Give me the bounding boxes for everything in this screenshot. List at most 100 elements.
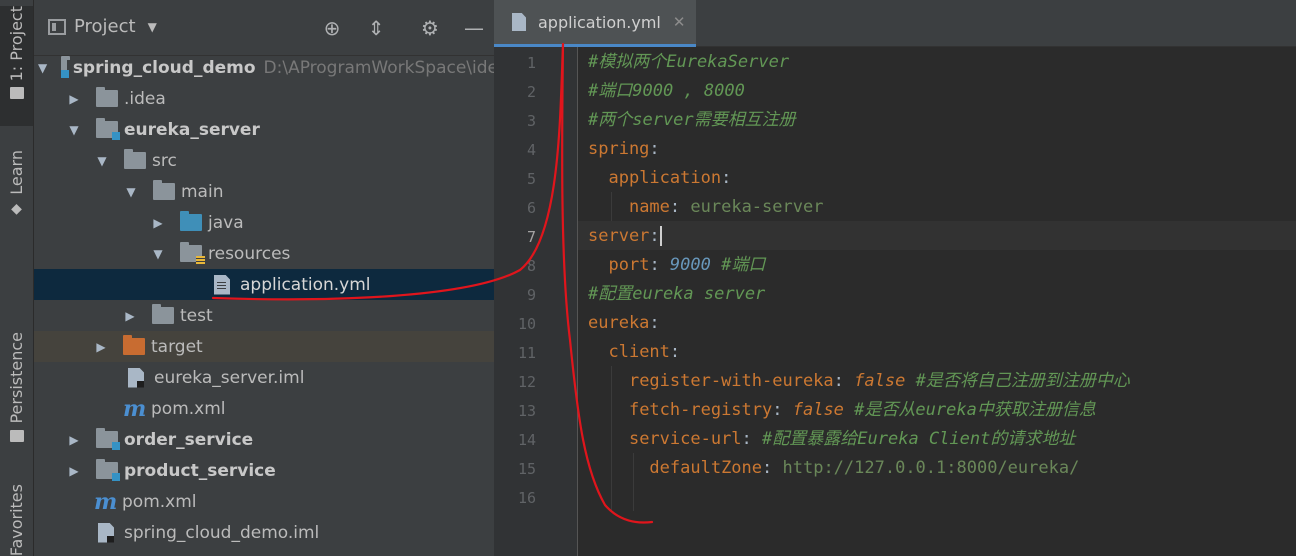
persistence-tool-button[interactable]: Persistence [0, 332, 33, 457]
chevron-right-icon[interactable]: ▶ [66, 433, 82, 447]
close-icon[interactable]: ✕ [673, 13, 686, 31]
tree-item-spring-cloud-demo[interactable]: ▼ spring_cloud_demo D:\AProgramWorkSpace… [34, 52, 494, 83]
locate-icon[interactable]: ⊕ [318, 14, 346, 42]
tree-item-label: spring_cloud_demo.iml [124, 522, 320, 543]
tree-item-test[interactable]: ▶ test [34, 300, 494, 331]
tree-item-application-yml[interactable]: ▶ application.yml [34, 269, 494, 300]
module-folder-icon [96, 428, 120, 450]
code-line-8: port: 9000 #端口 [608, 255, 766, 275]
gear-icon[interactable]: ⚙ [416, 14, 444, 42]
tree-item-label: eureka_server.iml [154, 367, 305, 388]
chevron-right-icon[interactable]: ▶ [150, 216, 166, 230]
collapse-all-icon[interactable]: ⇕ [362, 14, 390, 42]
yaml-key: port [608, 255, 650, 275]
favorites-tool-button[interactable]: Favorites [0, 484, 33, 556]
tab-application-yml[interactable]: application.yml ✕ [494, 0, 696, 47]
yaml-comment: #端口9000 , 8000 [588, 81, 745, 101]
project-tool-label: 1: Project [7, 6, 26, 82]
tree-item-idea[interactable]: ▶ .idea [34, 83, 494, 114]
code-line-11: client: [608, 342, 681, 362]
line-number: 15 [517, 460, 536, 478]
tab-label: application.yml [538, 12, 661, 32]
resources-folder-icon [180, 242, 205, 265]
editor-tab-bar: application.yml ✕ [494, 0, 1296, 47]
yaml-key: name [628, 197, 670, 217]
minimize-icon[interactable]: — [460, 14, 488, 42]
tree-item-label: resources [208, 243, 291, 264]
favorites-tool-label: Favorites [7, 484, 26, 556]
folder-icon [124, 149, 146, 169]
chevron-down-icon[interactable]: ▼ [94, 154, 110, 168]
code-line-3: #两个server需要相互注册 [588, 106, 796, 135]
line-number: 5 [526, 170, 536, 188]
tree-item-product-service[interactable]: ▶ product_service [34, 455, 494, 486]
line-number: 9 [526, 286, 536, 304]
tree-item-path: D:\AProgramWorkSpace\ide [263, 57, 494, 78]
code-line-2: #端口9000 , 8000 [588, 77, 745, 106]
chevron-down-icon[interactable]: ▼ [38, 61, 47, 75]
chevron-right-icon[interactable]: ▶ [93, 340, 109, 354]
line-number: 4 [526, 141, 536, 159]
tree-item-resources[interactable]: ▼ resources [34, 238, 494, 269]
yaml-comment: #配置暴露给Eureka Client的请求地址 [762, 429, 1076, 449]
yaml-file-icon [214, 274, 230, 295]
chevron-down-icon[interactable]: ▼ [66, 123, 82, 137]
chevron-right-icon[interactable]: ▶ [66, 464, 82, 478]
project-panel-title: Project [74, 16, 136, 37]
module-folder-icon [96, 459, 120, 481]
chevron-right-icon[interactable]: ▶ [122, 309, 138, 323]
module-file-icon [98, 522, 114, 543]
line-number: 10 [517, 315, 536, 333]
code-line-4: spring: [588, 139, 660, 159]
yaml-value: http://127.0.0.1:8000/eureka/ [782, 458, 1080, 478]
yaml-key: spring [588, 139, 650, 159]
source-folder-icon [180, 211, 202, 231]
yaml-comment: #模拟两个EurekaServer [588, 52, 790, 72]
tree-item-target[interactable]: ▶ target [34, 331, 494, 362]
code-line-13: fetch-registry: false #是否从eureka中获取注册信息 [628, 400, 1096, 420]
tree-item-src[interactable]: ▼ src [34, 145, 494, 176]
yaml-key: eureka [588, 313, 650, 333]
project-tool-button[interactable]: 1: Project [0, 6, 33, 126]
tree-item-label: order_service [124, 429, 254, 450]
learn-tool-button[interactable]: Learn ◆ [0, 150, 33, 222]
yaml-key: register-with-eureka [628, 371, 834, 391]
code-line-12: register-with-eureka: false #是否将自己注册到注册中… [628, 371, 1130, 391]
yaml-comment: #端口 [721, 255, 766, 275]
tree-item-eureka-server-iml[interactable]: ▶ eureka_server.iml [34, 362, 494, 393]
line-number: 2 [526, 83, 536, 101]
line-number: 16 [517, 489, 536, 507]
tree-item-label: pom.xml [151, 398, 226, 419]
folder-icon [96, 87, 118, 107]
yaml-comment: #配置eureka server [588, 284, 766, 304]
project-panel: Project ▼ ⊕ ⇕ ⚙ — ▼ spring_cloud_demo D:… [34, 0, 494, 556]
chevron-down-icon[interactable]: ▼ [123, 185, 139, 199]
tree-item-root-pom-xml[interactable]: ▶ m pom.xml [34, 486, 494, 517]
project-view-selector[interactable]: Project ▼ [48, 16, 157, 37]
learn-tool-label: Learn [7, 150, 26, 195]
chevron-down-icon[interactable]: ▼ [150, 247, 166, 261]
tree-item-main[interactable]: ▼ main [34, 176, 494, 207]
yaml-comment: #两个server需要相互注册 [588, 110, 796, 130]
folder-icon [9, 87, 24, 100]
tree-item-eureka-server[interactable]: ▼ eureka_server [34, 114, 494, 145]
maven-icon: m [94, 488, 118, 515]
tree-item-spring-cloud-demo-iml[interactable]: ▶ spring_cloud_demo.iml [34, 517, 494, 548]
tree-item-java[interactable]: ▶ java [34, 207, 494, 238]
chevron-right-icon[interactable]: ▶ [66, 92, 82, 106]
window-icon [48, 18, 66, 35]
line-number: 12 [517, 373, 536, 391]
tree-item-order-service[interactable]: ▶ order_service [34, 424, 494, 455]
code-line-15: defaultZone: http://127.0.0.1:8000/eurek… [649, 458, 1080, 478]
module-folder-icon [60, 56, 70, 78]
yaml-boolean: false [854, 371, 906, 391]
yaml-key: fetch-registry [628, 400, 773, 420]
tree-item-pom-xml[interactable]: ▶ m pom.xml [34, 393, 494, 424]
module-file-icon [128, 367, 144, 388]
folder-icon [153, 180, 175, 200]
yaml-key: client [608, 342, 670, 362]
database-icon [9, 429, 24, 442]
tree-item-label: spring_cloud_demo [72, 57, 256, 78]
line-number: 6 [526, 199, 536, 217]
yaml-comment: #是否将自己注册到注册中心 [915, 371, 1130, 391]
